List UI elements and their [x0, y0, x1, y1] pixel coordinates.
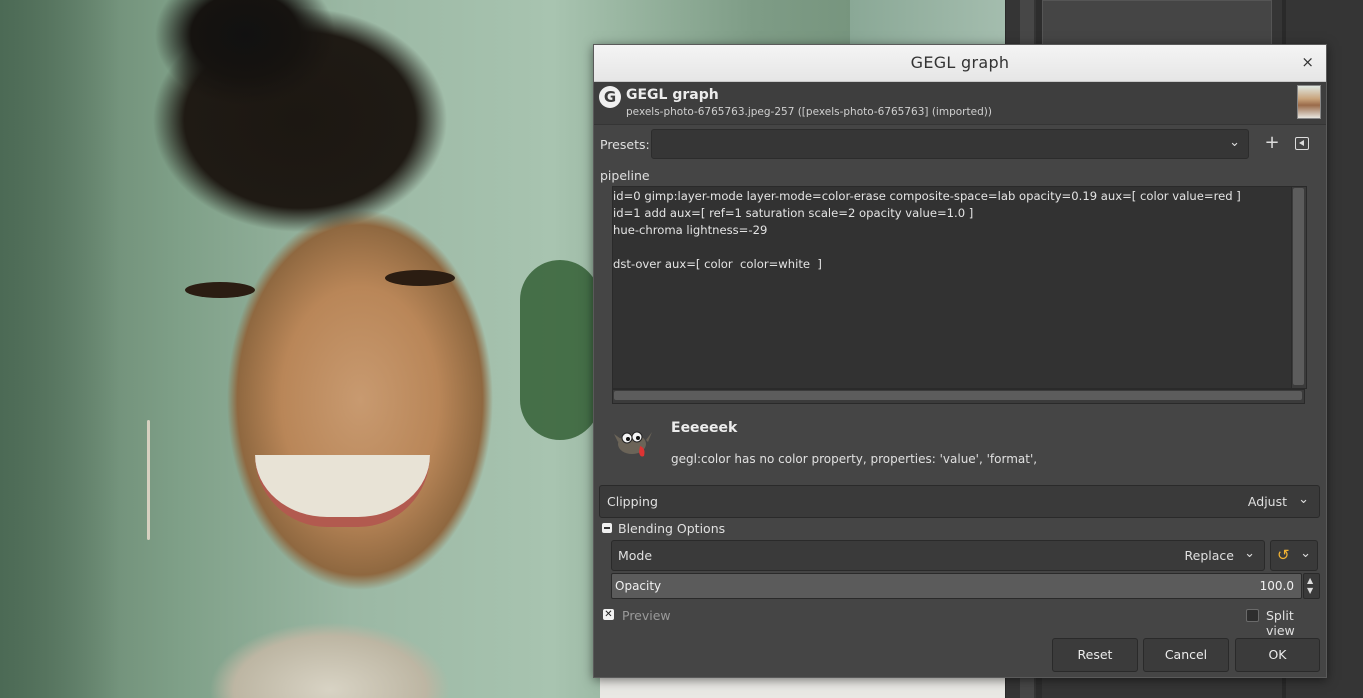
dialog-titlebar[interactable]: GEGL graph × — [594, 45, 1326, 82]
mode-dropdown[interactable]: Mode Replace ⌄ — [611, 540, 1265, 571]
photo-plant-region — [520, 260, 600, 440]
error-message: gegl:color has no color property, proper… — [671, 452, 1038, 466]
opacity-value: 100.0 — [1259, 579, 1294, 593]
error-title: Eeeeeek — [671, 420, 738, 436]
pipeline-line: id=0 gimp:layer-mode layer-mode=color-er… — [613, 189, 1241, 203]
preset-menu-icon[interactable] — [1295, 137, 1309, 150]
chevron-down-icon: ⌄ — [1229, 135, 1240, 150]
add-preset-icon[interactable]: + — [1261, 132, 1283, 154]
blending-options-toggle[interactable] — [602, 523, 612, 533]
preview-label: Preview — [622, 608, 671, 623]
spin-up-icon[interactable]: ▲ — [1307, 576, 1313, 585]
close-icon[interactable]: × — [1301, 53, 1314, 71]
pipeline-line: id=1 add aux=[ ref=1 saturation scale=2 … — [613, 206, 974, 220]
presets-dropdown[interactable]: ⌄ — [651, 129, 1249, 159]
editor-vertical-scrollbar[interactable] — [1291, 187, 1306, 388]
photo-background-region — [0, 0, 120, 698]
pipeline-editor[interactable]: id=0 gimp:layer-mode layer-mode=color-er… — [612, 186, 1307, 389]
split-view-checkbox[interactable] — [1246, 609, 1259, 622]
chevron-down-icon: ⌄ — [1244, 546, 1255, 561]
reset-button[interactable]: Reset — [1052, 638, 1138, 672]
scrollbar-thumb[interactable] — [614, 391, 1302, 400]
split-view-label: Split view — [1266, 608, 1295, 638]
dock-panel — [1042, 0, 1272, 47]
chevron-down-icon: ⌄ — [1298, 492, 1309, 507]
chevron-down-icon: ⌄ — [1300, 546, 1311, 561]
ok-button[interactable]: OK — [1235, 638, 1320, 672]
photo-mouth-region — [255, 455, 430, 527]
mode-value: Replace — [1184, 548, 1234, 563]
photo-earring-region — [147, 420, 150, 540]
cancel-button[interactable]: Cancel — [1143, 638, 1229, 672]
photo-eye-region — [385, 270, 455, 286]
mode-label: Mode — [618, 548, 653, 563]
dialog-header-subtitle: pexels-photo-6765763.jpeg-257 ([pexels-p… — [626, 106, 992, 118]
clipping-dropdown[interactable]: Clipping Adjust ⌄ — [599, 485, 1320, 518]
clipping-label: Clipping — [607, 494, 658, 509]
presets-label: Presets: — [600, 137, 650, 152]
scrollbar-thumb[interactable] — [1293, 188, 1304, 385]
image-thumbnail-icon — [1297, 85, 1321, 119]
opacity-slider[interactable]: Opacity 100.0 — [611, 573, 1302, 599]
blending-options-label[interactable]: Blending Options — [618, 521, 725, 536]
clipping-value: Adjust — [1247, 494, 1287, 509]
preview-checkbox[interactable]: ✕ — [603, 609, 614, 620]
photo-eye-region — [185, 282, 255, 298]
wilber-icon — [614, 431, 652, 457]
opacity-label: Opacity — [615, 579, 662, 593]
opacity-spinner[interactable]: ▲ ▼ — [1303, 573, 1320, 599]
reset-mode-button[interactable]: ↺ ⌄ — [1270, 540, 1318, 571]
gegl-graph-dialog: GEGL graph × G GEGL graph pexels-photo-6… — [593, 44, 1327, 678]
gegl-logo-icon: G — [599, 86, 621, 108]
editor-horizontal-scrollbar[interactable] — [612, 389, 1305, 404]
reset-mode-icon: ↺ — [1277, 546, 1290, 564]
dialog-header-title: GEGL graph — [626, 87, 719, 103]
pipeline-label: pipeline — [600, 168, 650, 183]
dialog-window-title: GEGL graph — [910, 53, 1010, 72]
pipeline-line: dst-over aux=[ color color=white ] — [613, 257, 822, 271]
dialog-header: G GEGL graph pexels-photo-6765763.jpeg-2… — [594, 82, 1326, 125]
pipeline-line: hue-chroma lightness=-29 — [613, 223, 768, 237]
spin-down-icon[interactable]: ▼ — [1307, 586, 1313, 595]
